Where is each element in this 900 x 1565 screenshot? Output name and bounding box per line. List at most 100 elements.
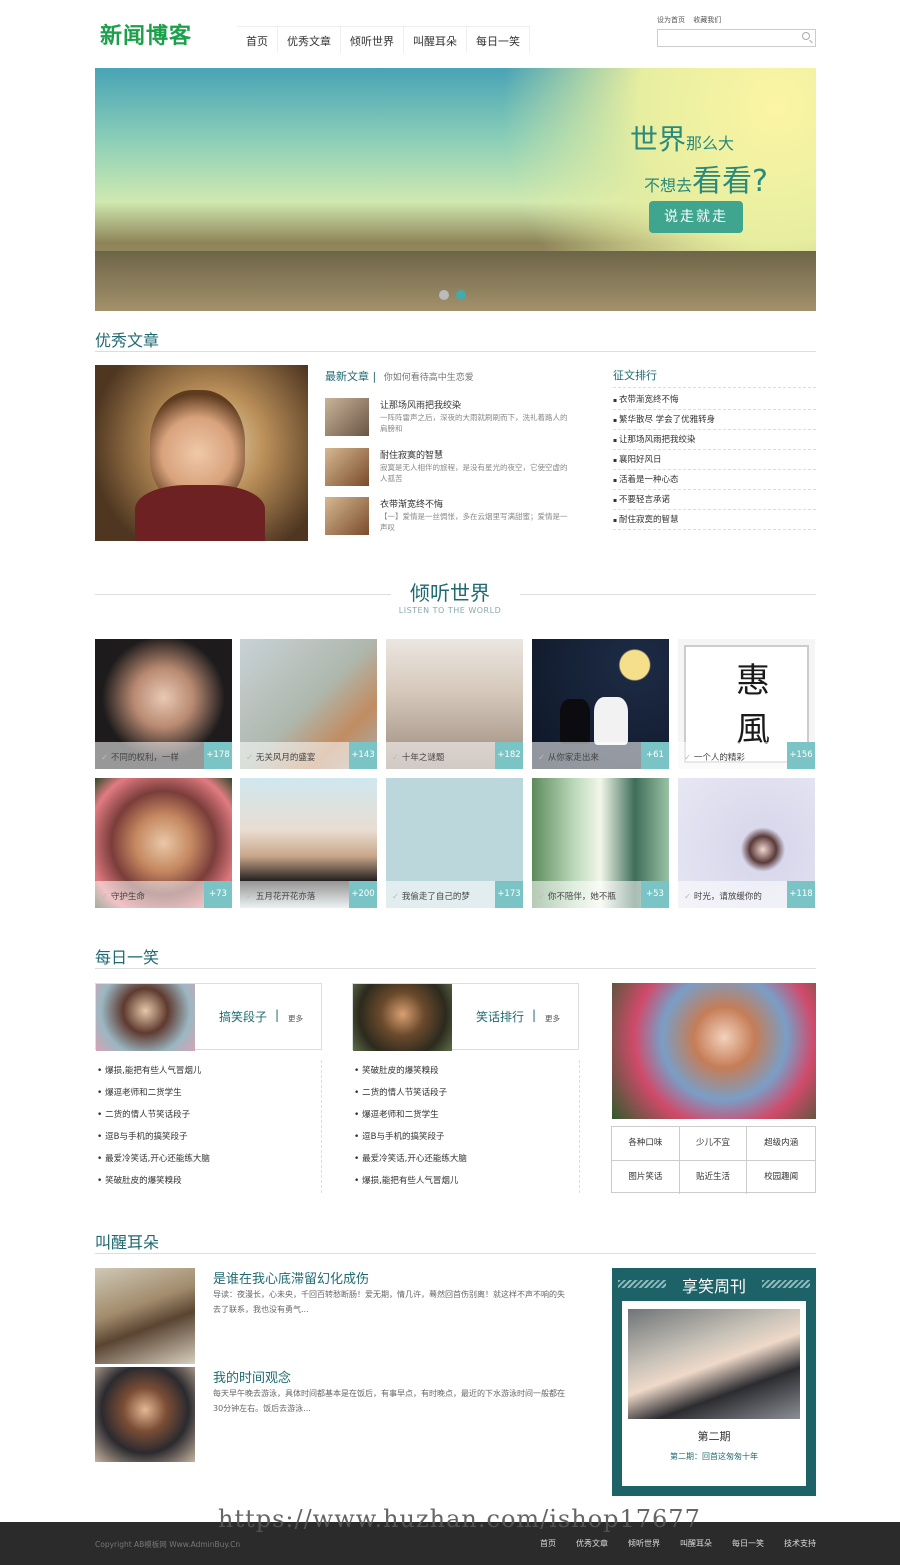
- joke-list-item[interactable]: 笑破肚皮的爆笑糗段: [354, 1060, 467, 1082]
- featured-article-image[interactable]: [95, 365, 308, 541]
- joke-list-item[interactable]: 最爱冷笑话,开心还能练大脑: [97, 1148, 210, 1170]
- bookmark-link[interactable]: 收藏我们: [693, 16, 721, 24]
- world-tile[interactable]: 我偷走了自己的梦 +173: [386, 778, 523, 908]
- more-link[interactable]: 更多: [288, 1013, 303, 1024]
- category-item[interactable]: 校园趣闻: [747, 1161, 815, 1194]
- article-item[interactable]: 耐住寂寞的智慧 寂寞是无人相伴的旅程，是没有星光的夜空，它使空虚的人孤苦: [325, 448, 570, 490]
- main-nav: 首页 优秀文章 倾听世界 叫醒耳朵 每日一笑: [237, 26, 530, 53]
- tile-label[interactable]: 十年之谜题: [392, 751, 445, 763]
- tile-label[interactable]: 你不陪伴，她不瓶: [538, 890, 616, 902]
- footer-link[interactable]: 每日一笑: [732, 1538, 764, 1549]
- more-link[interactable]: 更多: [545, 1013, 560, 1024]
- joke-list-item[interactable]: 逗B与手机的搞笑段子: [354, 1126, 467, 1148]
- joke-list-item[interactable]: 爆逗老师和二货学生: [354, 1104, 467, 1126]
- category-item[interactable]: 各种口味: [612, 1127, 680, 1161]
- article-title[interactable]: 让那场风雨把我绞染: [380, 398, 461, 411]
- post-title[interactable]: 是谁在我心底滞留幻化成伤: [213, 1268, 568, 1287]
- tile-caption: 我偷走了自己的梦 +173: [386, 881, 523, 908]
- joke-card-image[interactable]: [96, 984, 195, 1051]
- joke-card-ranking[interactable]: 笑话排行 | 更多: [352, 983, 579, 1051]
- latest-articles-sub[interactable]: 你如何看待高中生恋爱: [384, 373, 474, 383]
- world-tile[interactable]: 守护生命 +73: [95, 778, 232, 908]
- tile-label[interactable]: 从你家走出来: [538, 751, 599, 763]
- weekly-cover-image[interactable]: [628, 1309, 800, 1419]
- tile-label[interactable]: 五月花开花亦落: [246, 890, 316, 902]
- article-item[interactable]: 衣带渐宽终不悔 【一】爱情是一丝惆怅，多在云烟里写满甜蜜；爱情是一声叹: [325, 497, 570, 539]
- weekly-issue-subtitle[interactable]: 第二期：回首这匆匆十年: [622, 1451, 806, 1462]
- tile-label[interactable]: 我偷走了自己的梦: [392, 890, 470, 902]
- footer-link[interactable]: 技术支持: [784, 1538, 816, 1549]
- world-tile[interactable]: 五月花开花亦落 +200: [240, 778, 377, 908]
- category-item[interactable]: 超级内涵: [747, 1127, 815, 1161]
- joke-card-image[interactable]: [353, 984, 452, 1051]
- article-thumb[interactable]: [325, 497, 369, 535]
- article-title[interactable]: 耐住寂寞的智慧: [380, 448, 443, 461]
- tile-label[interactable]: 时光，请放缓你的: [684, 890, 762, 902]
- joke-card-title[interactable]: 搞笑段子: [219, 1008, 267, 1025]
- banner-go-button[interactable]: 说走就走: [649, 201, 743, 233]
- post-image[interactable]: [95, 1367, 195, 1462]
- joke-list-item[interactable]: 二货的情人节笑话段子: [97, 1104, 210, 1126]
- footer-link[interactable]: 叫醒耳朵: [680, 1538, 712, 1549]
- daily-feature-image[interactable]: [612, 983, 816, 1119]
- slider-dot-2[interactable]: [456, 290, 466, 300]
- set-homepage-link[interactable]: 设为首页: [657, 16, 685, 24]
- tile-label[interactable]: 不同的权利，一样: [101, 751, 179, 763]
- world-tile[interactable]: 你不陪伴，她不瓶 +53: [532, 778, 669, 908]
- tile-count-badge: +156: [787, 742, 815, 769]
- joke-card-title[interactable]: 笑话排行: [476, 1008, 524, 1025]
- world-tile[interactable]: 从你家走出来 +61: [532, 639, 669, 769]
- article-title[interactable]: 衣带渐宽终不悔: [380, 497, 443, 510]
- nav-item-articles[interactable]: 优秀文章: [278, 27, 341, 53]
- category-item[interactable]: 少儿不宜: [679, 1127, 748, 1161]
- post-item: 我的时间观念 每天早午晚去游泳，具体时间都基本是在饭后，有事早点，有时晚点，最近…: [213, 1367, 568, 1416]
- world-tile[interactable]: 十年之谜题 +182: [386, 639, 523, 769]
- post-item: 是谁在我心底滞留幻化成伤 导读：夜漫长，心未央，千回百转愁断肠！爱无期，情几许，…: [213, 1268, 568, 1317]
- article-item[interactable]: 让那场风雨把我绞染 一阵阵雷声之后，深夜的大雨就刷刷而下，洗礼着路人的肩膀和: [325, 398, 570, 440]
- joke-card-funny[interactable]: 搞笑段子 | 更多: [95, 983, 322, 1051]
- nav-item-wake[interactable]: 叫醒耳朵: [404, 27, 467, 53]
- ranking-item[interactable]: 衣带渐宽终不悔: [613, 390, 816, 410]
- joke-list-item[interactable]: 爆损,能把有些人气冒烟儿: [97, 1060, 210, 1082]
- site-logo[interactable]: 新闻博客: [100, 18, 192, 50]
- footer-link[interactable]: 优秀文章: [576, 1538, 608, 1549]
- category-item[interactable]: 图片笑话: [612, 1161, 680, 1194]
- hero-banner[interactable]: 世界那么大 不想去看看? 说走就走: [95, 68, 816, 311]
- nav-item-home[interactable]: 首页: [237, 27, 278, 53]
- tile-label[interactable]: 守护生命: [101, 890, 145, 902]
- post-title[interactable]: 我的时间观念: [213, 1367, 568, 1386]
- joke-list-item[interactable]: 笑破肚皮的爆笑糗段: [97, 1170, 210, 1192]
- joke-list-item[interactable]: 逗B与手机的搞笑段子: [97, 1126, 210, 1148]
- world-tile[interactable]: 不同的权利，一样 +178: [95, 639, 232, 769]
- world-tile[interactable]: 无关风月的盛宴 +143: [240, 639, 377, 769]
- search-input[interactable]: [657, 29, 816, 47]
- search-icon[interactable]: [802, 32, 810, 40]
- joke-list-item[interactable]: 爆逗老师和二货学生: [97, 1082, 210, 1104]
- footer-link[interactable]: 倾听世界: [628, 1538, 660, 1549]
- nav-item-world[interactable]: 倾听世界: [341, 27, 404, 53]
- ranking-item[interactable]: 不要轻言承诺: [613, 490, 816, 510]
- ranking-item[interactable]: 耐住寂寞的智慧: [613, 510, 816, 530]
- tile-label[interactable]: 一个人的精彩: [684, 751, 745, 763]
- article-thumb[interactable]: [325, 398, 369, 436]
- weekly-magazine[interactable]: 享笑周刊 第二期 第二期：回首这匆匆十年: [612, 1268, 816, 1496]
- tile-label[interactable]: 无关风月的盛宴: [246, 751, 316, 763]
- post-image[interactable]: [95, 1268, 195, 1364]
- ranking-item[interactable]: 繁华散尽 学会了优雅转身: [613, 410, 816, 430]
- nav-item-daily[interactable]: 每日一笑: [467, 27, 530, 53]
- world-tile[interactable]: 惠風 一个人的精彩 +156: [678, 639, 815, 769]
- joke-list-item[interactable]: 爆损,能把有些人气冒烟儿: [354, 1170, 467, 1192]
- ranking-item[interactable]: 让那场风雨把我绞染: [613, 430, 816, 450]
- article-thumb[interactable]: [325, 448, 369, 486]
- category-item[interactable]: 贴近生活: [680, 1161, 748, 1194]
- weekly-issue[interactable]: 第二期: [622, 1428, 806, 1444]
- tile-count-badge: +182: [495, 742, 523, 769]
- footer-link[interactable]: 首页: [540, 1538, 556, 1549]
- ranking-item[interactable]: 襄阳好风日: [613, 450, 816, 470]
- joke-list-item[interactable]: 最爱冷笑话,开心还能练大脑: [354, 1148, 467, 1170]
- joke-list-item[interactable]: 二货的情人节笑话段子: [354, 1082, 467, 1104]
- world-tile[interactable]: 时光，请放缓你的 +118: [678, 778, 815, 908]
- weekly-paper: 第二期 第二期：回首这匆匆十年: [622, 1301, 806, 1486]
- ranking-item[interactable]: 活着是一种心态: [613, 470, 816, 490]
- slider-dot-1[interactable]: [439, 290, 449, 300]
